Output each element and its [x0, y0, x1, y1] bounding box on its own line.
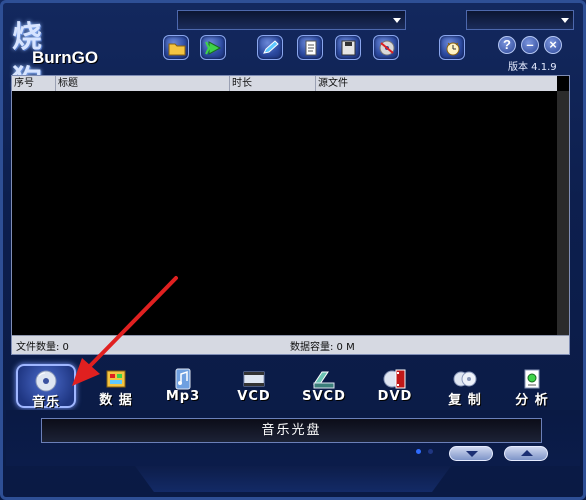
mode-copy-button[interactable]: 复 制	[435, 364, 495, 408]
mode-label: SVCD	[302, 389, 346, 404]
play-button[interactable]	[200, 35, 226, 60]
close-button[interactable]: ×	[544, 36, 562, 54]
list-scrollbar[interactable]	[557, 91, 569, 335]
logo-english: BurnGO	[32, 48, 99, 67]
scroll-up-button[interactable]	[504, 446, 548, 461]
app-logo: 烧 狗 BurnGO	[10, 14, 120, 99]
mode-label: VCD	[237, 389, 271, 404]
burngo-window: www.ddooo.com www.ddooo.com www.ddooo.co…	[0, 0, 586, 500]
dvd-icon	[383, 369, 406, 389]
mp3-icon	[175, 368, 191, 390]
mode-music-button[interactable]: 音乐	[16, 364, 76, 410]
analyze-icon	[524, 369, 540, 389]
copy-disc-icon	[453, 371, 477, 387]
mode-vcd-button[interactable]: VCD	[224, 364, 284, 408]
column-source-file[interactable]: 源文件	[316, 76, 557, 91]
data-disc-icon	[106, 370, 126, 388]
svcd-icon	[313, 371, 335, 389]
burn-disc-icon	[379, 40, 395, 56]
vcd-icon	[243, 371, 265, 387]
mode-label: 音乐	[31, 395, 60, 410]
indicator-dot	[416, 449, 421, 454]
version-label: 版本 4.1.9	[508, 62, 557, 73]
drive-select[interactable]	[177, 10, 406, 30]
chevron-down-icon	[393, 18, 401, 23]
timer-icon	[446, 42, 460, 56]
save-icon	[341, 40, 356, 56]
mode-data-button[interactable]: 数 据	[86, 364, 146, 408]
play-icon	[205, 41, 222, 55]
edit-icon	[263, 40, 279, 54]
open-folder-button[interactable]	[163, 35, 189, 60]
mode-analyze-button[interactable]: 分 析	[502, 364, 562, 408]
timer-button[interactable]	[439, 35, 465, 60]
list-header: 序号 标题 时长 源文件	[12, 76, 557, 92]
mode-label: 分 析	[515, 393, 549, 408]
music-cd-icon	[35, 370, 57, 392]
indicator-dot	[428, 449, 433, 454]
disc-label-field[interactable]: 音乐光盘	[41, 418, 542, 443]
minimize-button[interactable]: –	[521, 36, 539, 54]
mode-label: Mp3	[165, 389, 201, 404]
column-duration[interactable]: 时长	[230, 76, 316, 91]
help-button[interactable]: ?	[498, 36, 516, 54]
mode-mp3-button[interactable]: Mp3	[153, 364, 213, 408]
mode-label: DVD	[377, 389, 413, 404]
data-capacity: 数据容量: 0 M	[290, 342, 355, 353]
document-button[interactable]	[297, 35, 323, 60]
scroll-down-button[interactable]	[449, 446, 493, 461]
mode-dvd-button[interactable]: DVD	[365, 364, 425, 408]
open-folder-icon	[168, 43, 186, 56]
triangle-up-icon	[521, 450, 533, 456]
list-body[interactable]	[12, 91, 557, 335]
column-index[interactable]: 序号	[12, 76, 56, 91]
column-title[interactable]: 标题	[56, 76, 230, 91]
file-count: 文件数量: 0	[16, 342, 69, 353]
window-footer	[135, 466, 451, 492]
save-button[interactable]	[335, 35, 361, 60]
document-icon	[305, 40, 317, 56]
mode-label: 复 制	[448, 393, 482, 408]
edit-button[interactable]	[257, 35, 283, 60]
chevron-down-icon	[561, 18, 569, 23]
triangle-down-icon	[466, 451, 478, 457]
speed-select[interactable]	[466, 10, 574, 30]
track-list[interactable]: 序号 标题 时长 源文件 文件数量: 0 数据容量: 0 M	[11, 75, 570, 355]
mode-label: 数 据	[99, 393, 133, 408]
status-bar: 文件数量: 0 数据容量: 0 M	[12, 335, 569, 354]
mode-svcd-button[interactable]: SVCD	[294, 364, 354, 408]
burn-button[interactable]	[373, 35, 399, 60]
